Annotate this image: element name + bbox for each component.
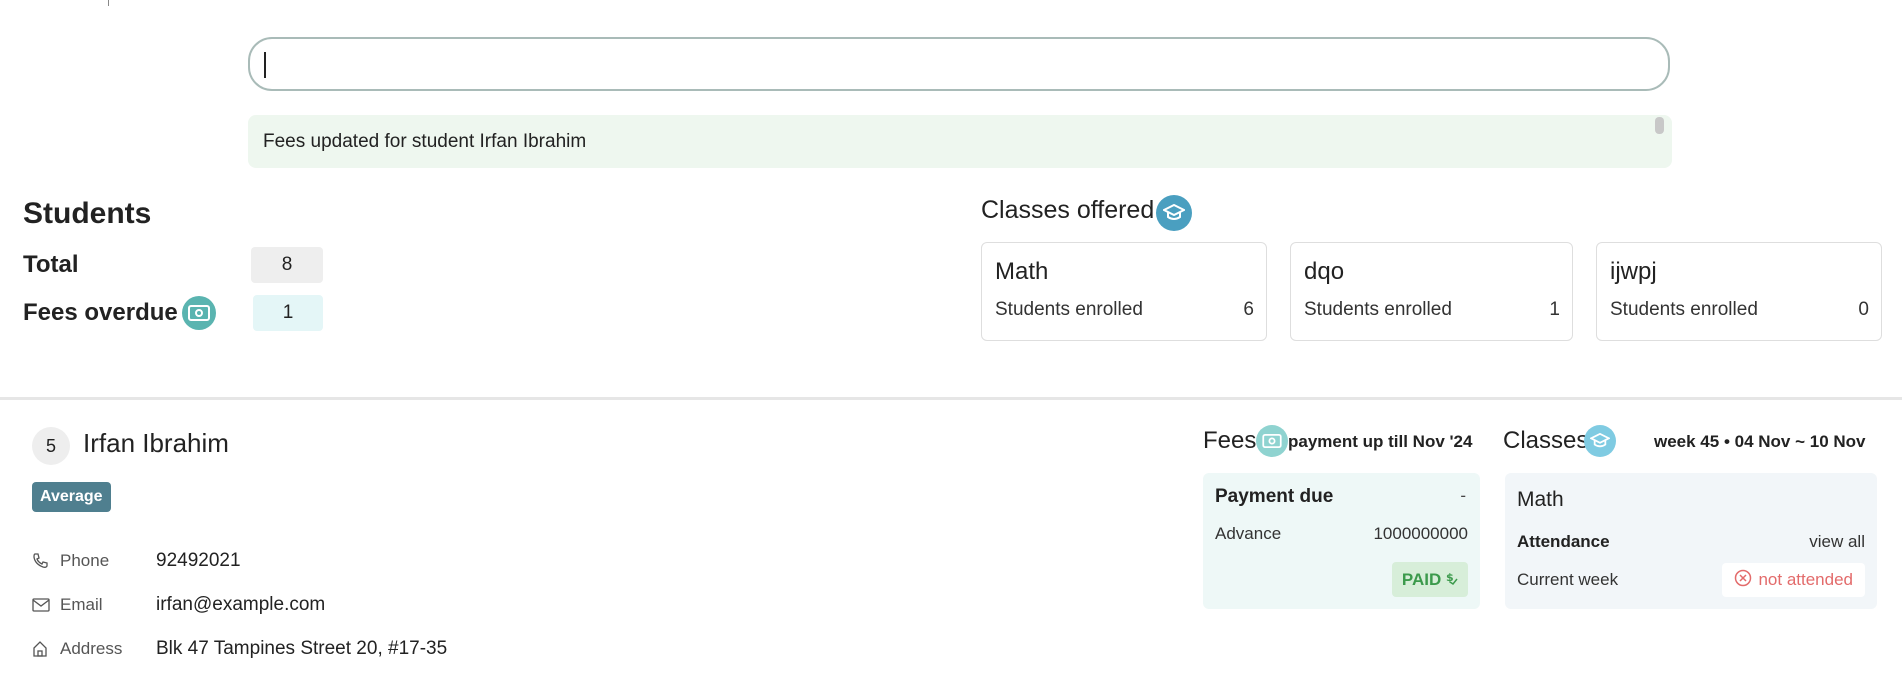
students-enrolled-count: 1 xyxy=(1549,299,1560,320)
class-card-math[interactable]: Math Students enrolled 6 xyxy=(981,242,1267,341)
email-label: Email xyxy=(60,595,103,614)
classes-offered-heading: Classes offered xyxy=(981,196,1155,224)
fees-period: payment up till Nov '24 xyxy=(1288,432,1473,451)
class-attendance-card: Math Attendance view all Current week no… xyxy=(1505,473,1877,609)
attendance-status: not attended xyxy=(1758,570,1853,589)
view-all-link[interactable]: view all xyxy=(1809,532,1865,552)
top-divider-tick xyxy=(108,0,109,6)
class-name: Math xyxy=(995,258,1049,285)
class-card-ijwpj[interactable]: ijwpj Students enrolled 0 xyxy=(1596,242,1882,341)
phone-icon xyxy=(32,553,54,569)
payment-due-label: Payment due xyxy=(1215,486,1334,507)
class-name: ijwpj xyxy=(1610,258,1657,285)
home-icon xyxy=(32,641,54,657)
graduation-cap-icon xyxy=(1584,425,1616,457)
class-card-dqo[interactable]: dqo Students enrolled 1 xyxy=(1290,242,1573,341)
class-name: dqo xyxy=(1304,258,1345,285)
phone-row: Phone 92492021 xyxy=(32,548,241,574)
mail-icon xyxy=(32,598,54,612)
total-count: 8 xyxy=(251,247,323,283)
advance-value: 1000000000 xyxy=(1373,524,1468,543)
address-label: Address xyxy=(60,639,123,658)
advance-label: Advance xyxy=(1215,524,1282,543)
total-label: Total xyxy=(23,251,79,278)
email-value: irfan@example.com xyxy=(156,594,326,615)
phone-label: Phone xyxy=(60,551,110,570)
phone-value: 92492021 xyxy=(156,550,241,571)
student-name: Irfan Ibrahim xyxy=(83,428,229,458)
week-range: week 45 • 04 Nov ~ 10 Nov xyxy=(1654,432,1866,451)
student-index: 5 xyxy=(32,427,70,465)
address-row: Address Blk 47 Tampines Street 20, #17-3… xyxy=(32,636,447,662)
svg-text:$: $ xyxy=(1446,571,1454,584)
section-divider[interactable] xyxy=(0,397,1902,400)
fees-card: Payment due - Advance 1000000000 PAID $ xyxy=(1203,473,1480,609)
fees-overdue-count: 1 xyxy=(253,295,323,331)
students-enrolled-count: 6 xyxy=(1243,299,1254,320)
x-circle-icon xyxy=(1734,569,1752,592)
students-heading: Students xyxy=(23,197,152,230)
command-input[interactable] xyxy=(248,37,1670,91)
address-value: Blk 47 Tampines Street 20, #17-35 xyxy=(156,638,448,659)
graduation-cap-icon xyxy=(1156,195,1192,231)
fees-heading: Fees xyxy=(1203,427,1257,454)
classes-heading: Classes xyxy=(1503,427,1589,454)
fees-overdue-label: Fees overdue xyxy=(23,299,178,326)
students-enrolled-label: Students enrolled xyxy=(995,299,1143,320)
email-row: Email irfan@example.com xyxy=(32,592,325,618)
attendance-label: Attendance xyxy=(1517,532,1610,551)
students-enrolled-label: Students enrolled xyxy=(1610,299,1758,320)
attendance-status-badge: not attended xyxy=(1722,563,1865,597)
result-message: Fees updated for student Irfan Ibrahim xyxy=(263,131,587,152)
text-caret xyxy=(264,52,266,78)
grade-badge: Average xyxy=(32,482,111,512)
payment-due-value: - xyxy=(1460,486,1466,505)
result-display: Fees updated for student Irfan Ibrahim xyxy=(248,115,1672,168)
money-icon xyxy=(182,296,216,330)
result-scrollbar[interactable] xyxy=(1655,117,1664,134)
paid-status: PAID xyxy=(1401,570,1442,589)
students-enrolled-count: 0 xyxy=(1858,299,1869,320)
paid-badge: PAID $ xyxy=(1391,562,1468,597)
money-icon xyxy=(1256,425,1288,457)
money-check-icon: $ xyxy=(1446,570,1458,589)
class-name: Math xyxy=(1517,488,1564,511)
current-week-label: Current week xyxy=(1517,570,1619,589)
students-enrolled-label: Students enrolled xyxy=(1304,299,1452,320)
